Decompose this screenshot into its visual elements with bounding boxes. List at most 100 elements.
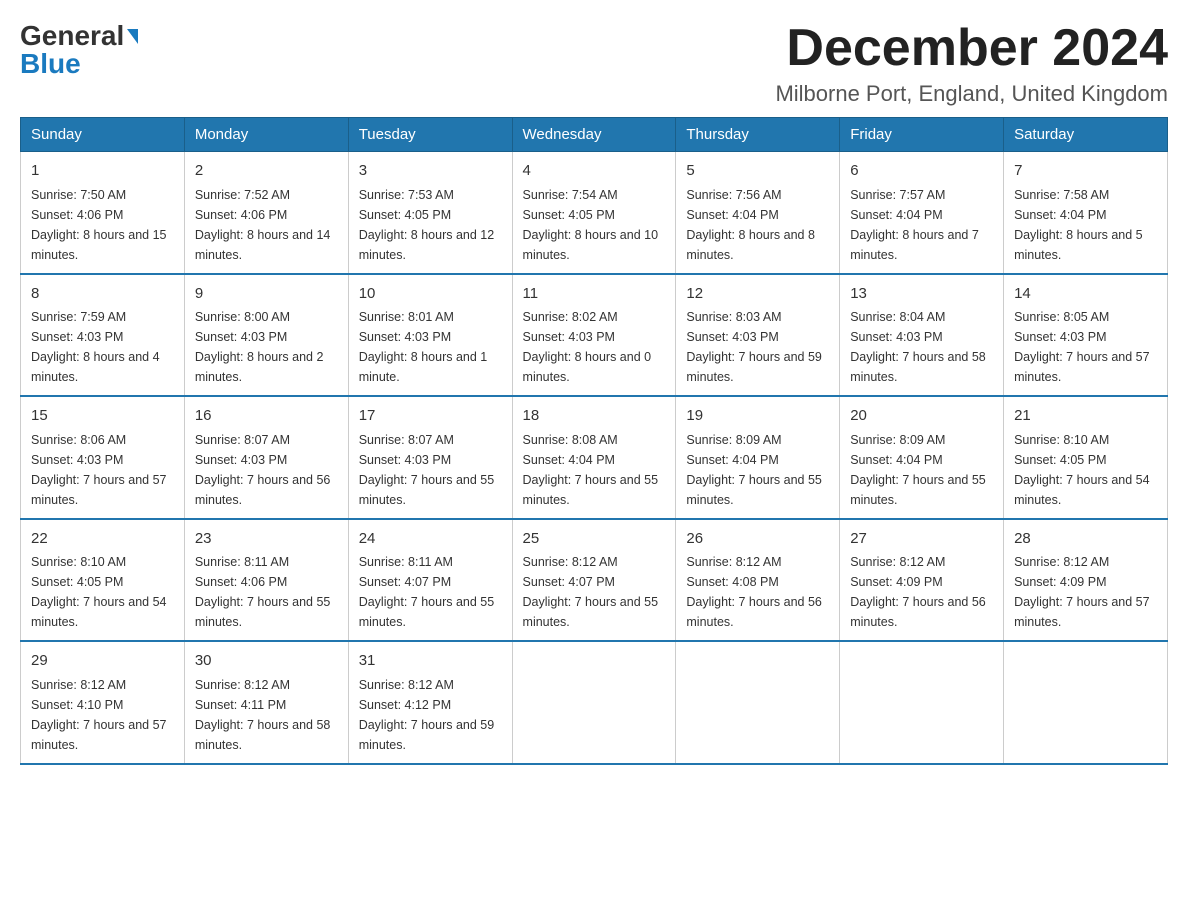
title-area: December 2024 Milborne Port, England, Un… — [775, 20, 1168, 107]
day-info: Sunrise: 8:12 AMSunset: 4:09 PMDaylight:… — [850, 555, 986, 629]
day-number: 25 — [523, 528, 666, 551]
calendar-week-row: 29 Sunrise: 8:12 AMSunset: 4:10 PMDaylig… — [21, 641, 1168, 764]
day-info: Sunrise: 8:12 AMSunset: 4:11 PMDaylight:… — [195, 678, 331, 752]
col-tuesday: Tuesday — [348, 118, 512, 152]
calendar-week-row: 15 Sunrise: 8:06 AMSunset: 4:03 PMDaylig… — [21, 396, 1168, 519]
table-row — [676, 641, 840, 764]
day-number: 29 — [31, 650, 174, 673]
table-row: 24 Sunrise: 8:11 AMSunset: 4:07 PMDaylig… — [348, 519, 512, 642]
location-title: Milborne Port, England, United Kingdom — [775, 81, 1168, 107]
day-info: Sunrise: 8:09 AMSunset: 4:04 PMDaylight:… — [850, 433, 986, 507]
day-number: 7 — [1014, 160, 1157, 183]
day-info: Sunrise: 8:02 AMSunset: 4:03 PMDaylight:… — [523, 310, 652, 384]
logo-blue-text: Blue — [20, 48, 81, 80]
day-info: Sunrise: 8:12 AMSunset: 4:12 PMDaylight:… — [359, 678, 495, 752]
day-info: Sunrise: 8:05 AMSunset: 4:03 PMDaylight:… — [1014, 310, 1150, 384]
col-sunday: Sunday — [21, 118, 185, 152]
day-number: 4 — [523, 160, 666, 183]
table-row: 5 Sunrise: 7:56 AMSunset: 4:04 PMDayligh… — [676, 152, 840, 274]
calendar-header-row: Sunday Monday Tuesday Wednesday Thursday… — [21, 118, 1168, 152]
day-number: 26 — [686, 528, 829, 551]
day-info: Sunrise: 8:01 AMSunset: 4:03 PMDaylight:… — [359, 310, 488, 384]
day-info: Sunrise: 7:57 AMSunset: 4:04 PMDaylight:… — [850, 188, 979, 262]
day-number: 8 — [31, 283, 174, 306]
day-info: Sunrise: 8:04 AMSunset: 4:03 PMDaylight:… — [850, 310, 986, 384]
table-row: 6 Sunrise: 7:57 AMSunset: 4:04 PMDayligh… — [840, 152, 1004, 274]
table-row: 14 Sunrise: 8:05 AMSunset: 4:03 PMDaylig… — [1004, 274, 1168, 397]
table-row: 13 Sunrise: 8:04 AMSunset: 4:03 PMDaylig… — [840, 274, 1004, 397]
day-number: 3 — [359, 160, 502, 183]
table-row: 11 Sunrise: 8:02 AMSunset: 4:03 PMDaylig… — [512, 274, 676, 397]
day-number: 21 — [1014, 405, 1157, 428]
day-number: 19 — [686, 405, 829, 428]
table-row: 31 Sunrise: 8:12 AMSunset: 4:12 PMDaylig… — [348, 641, 512, 764]
table-row: 22 Sunrise: 8:10 AMSunset: 4:05 PMDaylig… — [21, 519, 185, 642]
day-number: 22 — [31, 528, 174, 551]
table-row — [840, 641, 1004, 764]
calendar-week-row: 22 Sunrise: 8:10 AMSunset: 4:05 PMDaylig… — [21, 519, 1168, 642]
day-info: Sunrise: 8:10 AMSunset: 4:05 PMDaylight:… — [31, 555, 167, 629]
table-row: 17 Sunrise: 8:07 AMSunset: 4:03 PMDaylig… — [348, 396, 512, 519]
day-number: 6 — [850, 160, 993, 183]
table-row: 30 Sunrise: 8:12 AMSunset: 4:11 PMDaylig… — [184, 641, 348, 764]
table-row: 9 Sunrise: 8:00 AMSunset: 4:03 PMDayligh… — [184, 274, 348, 397]
day-number: 18 — [523, 405, 666, 428]
calendar-week-row: 8 Sunrise: 7:59 AMSunset: 4:03 PMDayligh… — [21, 274, 1168, 397]
col-monday: Monday — [184, 118, 348, 152]
day-info: Sunrise: 7:58 AMSunset: 4:04 PMDaylight:… — [1014, 188, 1143, 262]
day-number: 16 — [195, 405, 338, 428]
day-number: 11 — [523, 283, 666, 306]
day-info: Sunrise: 8:00 AMSunset: 4:03 PMDaylight:… — [195, 310, 324, 384]
table-row: 3 Sunrise: 7:53 AMSunset: 4:05 PMDayligh… — [348, 152, 512, 274]
table-row: 23 Sunrise: 8:11 AMSunset: 4:06 PMDaylig… — [184, 519, 348, 642]
day-number: 20 — [850, 405, 993, 428]
day-number: 15 — [31, 405, 174, 428]
day-info: Sunrise: 8:10 AMSunset: 4:05 PMDaylight:… — [1014, 433, 1150, 507]
day-info: Sunrise: 8:08 AMSunset: 4:04 PMDaylight:… — [523, 433, 659, 507]
logo-triangle-icon — [127, 29, 138, 44]
day-number: 1 — [31, 160, 174, 183]
day-info: Sunrise: 7:53 AMSunset: 4:05 PMDaylight:… — [359, 188, 495, 262]
day-number: 23 — [195, 528, 338, 551]
day-info: Sunrise: 8:03 AMSunset: 4:03 PMDaylight:… — [686, 310, 822, 384]
table-row — [512, 641, 676, 764]
day-info: Sunrise: 7:56 AMSunset: 4:04 PMDaylight:… — [686, 188, 815, 262]
calendar-week-row: 1 Sunrise: 7:50 AMSunset: 4:06 PMDayligh… — [21, 152, 1168, 274]
day-number: 9 — [195, 283, 338, 306]
day-number: 14 — [1014, 283, 1157, 306]
day-info: Sunrise: 8:12 AMSunset: 4:09 PMDaylight:… — [1014, 555, 1150, 629]
col-friday: Friday — [840, 118, 1004, 152]
table-row: 2 Sunrise: 7:52 AMSunset: 4:06 PMDayligh… — [184, 152, 348, 274]
page-header: General Blue December 2024 Milborne Port… — [20, 20, 1168, 107]
table-row: 10 Sunrise: 8:01 AMSunset: 4:03 PMDaylig… — [348, 274, 512, 397]
table-row: 20 Sunrise: 8:09 AMSunset: 4:04 PMDaylig… — [840, 396, 1004, 519]
day-number: 5 — [686, 160, 829, 183]
day-info: Sunrise: 8:06 AMSunset: 4:03 PMDaylight:… — [31, 433, 167, 507]
table-row: 4 Sunrise: 7:54 AMSunset: 4:05 PMDayligh… — [512, 152, 676, 274]
day-info: Sunrise: 7:54 AMSunset: 4:05 PMDaylight:… — [523, 188, 659, 262]
day-info: Sunrise: 8:12 AMSunset: 4:07 PMDaylight:… — [523, 555, 659, 629]
day-info: Sunrise: 8:07 AMSunset: 4:03 PMDaylight:… — [359, 433, 495, 507]
table-row: 15 Sunrise: 8:06 AMSunset: 4:03 PMDaylig… — [21, 396, 185, 519]
logo: General Blue — [20, 20, 138, 80]
table-row: 12 Sunrise: 8:03 AMSunset: 4:03 PMDaylig… — [676, 274, 840, 397]
table-row: 19 Sunrise: 8:09 AMSunset: 4:04 PMDaylig… — [676, 396, 840, 519]
table-row: 16 Sunrise: 8:07 AMSunset: 4:03 PMDaylig… — [184, 396, 348, 519]
table-row: 21 Sunrise: 8:10 AMSunset: 4:05 PMDaylig… — [1004, 396, 1168, 519]
month-title: December 2024 — [775, 20, 1168, 77]
calendar-table: Sunday Monday Tuesday Wednesday Thursday… — [20, 117, 1168, 765]
day-info: Sunrise: 7:59 AMSunset: 4:03 PMDaylight:… — [31, 310, 160, 384]
col-thursday: Thursday — [676, 118, 840, 152]
table-row: 8 Sunrise: 7:59 AMSunset: 4:03 PMDayligh… — [21, 274, 185, 397]
day-number: 10 — [359, 283, 502, 306]
day-number: 28 — [1014, 528, 1157, 551]
day-info: Sunrise: 7:52 AMSunset: 4:06 PMDaylight:… — [195, 188, 331, 262]
table-row: 7 Sunrise: 7:58 AMSunset: 4:04 PMDayligh… — [1004, 152, 1168, 274]
table-row: 18 Sunrise: 8:08 AMSunset: 4:04 PMDaylig… — [512, 396, 676, 519]
day-number: 12 — [686, 283, 829, 306]
day-info: Sunrise: 8:09 AMSunset: 4:04 PMDaylight:… — [686, 433, 822, 507]
table-row: 29 Sunrise: 8:12 AMSunset: 4:10 PMDaylig… — [21, 641, 185, 764]
day-info: Sunrise: 8:07 AMSunset: 4:03 PMDaylight:… — [195, 433, 331, 507]
day-info: Sunrise: 7:50 AMSunset: 4:06 PMDaylight:… — [31, 188, 167, 262]
day-info: Sunrise: 8:12 AMSunset: 4:10 PMDaylight:… — [31, 678, 167, 752]
